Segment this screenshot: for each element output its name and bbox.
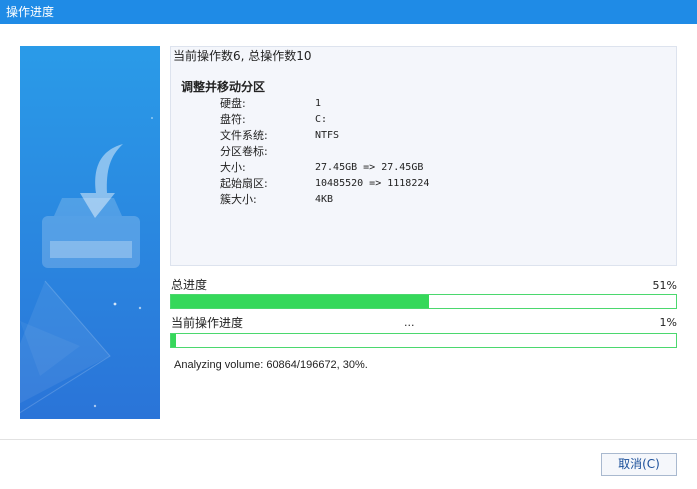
footer-divider [0, 439, 697, 440]
detail-key: 硬盘: [220, 97, 246, 110]
total-progress-percent: 51% [652, 279, 677, 292]
current-progress-ellipsis: ... [404, 316, 415, 329]
detail-key: 大小: [220, 161, 246, 174]
total-progress-fill [171, 295, 429, 308]
operation-details-panel: 当前操作数6, 总操作数10 调整并移动分区 硬盘: 1 盘符: C: 文件系统… [170, 46, 677, 266]
total-progress-label: 总进度 [171, 278, 208, 292]
operation-count: 当前操作数6, 总操作数10 [173, 49, 312, 63]
current-progress-bar [170, 333, 677, 348]
detail-value: 10485520 => 1118224 [315, 178, 430, 189]
detail-value: 4KB [315, 194, 334, 205]
detail-key: 文件系统: [220, 129, 268, 142]
detail-value: C: [315, 114, 328, 125]
detail-key: 起始扇区: [220, 177, 268, 190]
current-progress-percent: 1% [659, 316, 677, 329]
total-progress-bar [170, 294, 677, 309]
operation-title: 调整并移动分区 [181, 80, 266, 94]
download-into-drive-icon [20, 46, 160, 419]
detail-value: 27.45GB => 27.45GB [315, 162, 424, 173]
detail-value: NTFS [315, 130, 340, 141]
detail-key: 分区卷标: [220, 145, 268, 158]
current-progress-label: 当前操作进度 [171, 316, 244, 330]
cancel-button[interactable]: 取消(C) [601, 453, 677, 476]
detail-value: 1 [315, 98, 322, 109]
window-title: 操作进度 [6, 5, 55, 19]
status-message: Analyzing volume: 60864/196672, 30%. [174, 359, 368, 371]
title-bar[interactable]: 操作进度 [0, 0, 697, 24]
current-progress-fill [171, 334, 176, 347]
detail-key: 簇大小: [220, 193, 257, 206]
side-banner [20, 46, 160, 419]
detail-key: 盘符: [220, 113, 246, 126]
